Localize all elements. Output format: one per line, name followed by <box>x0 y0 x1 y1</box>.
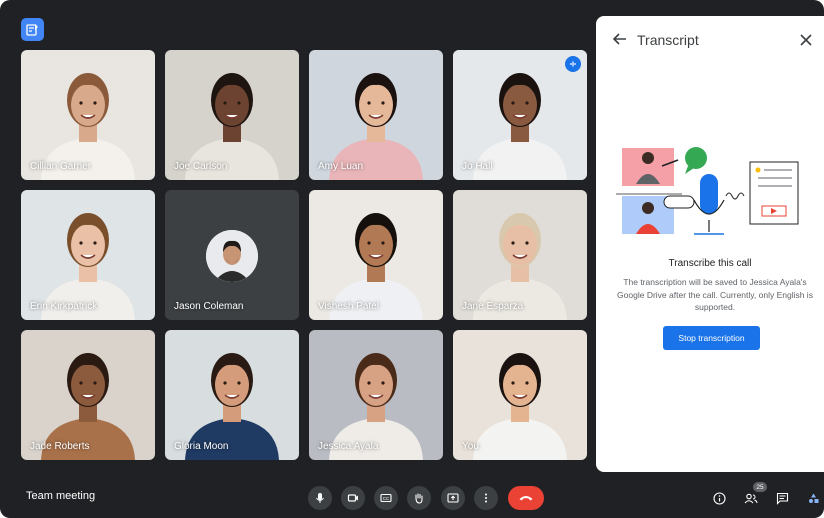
stop-transcription-button[interactable]: Stop transcription <box>663 326 760 350</box>
meeting-title: Team meeting <box>26 490 96 502</box>
participant-name: Vishesh Patel <box>318 301 379 312</box>
mic-icon <box>316 493 324 503</box>
participant-grid: Cillian Garner Joe Carlson Amy Luan Jo Hall… <box>21 50 587 460</box>
raise-hand-button[interactable] <box>407 486 431 510</box>
participant-tile[interactable]: Amy Luan <box>309 50 443 180</box>
participant-name: Amy Luan <box>318 161 364 172</box>
people-icon <box>744 493 758 503</box>
participant-name: You <box>462 441 479 452</box>
chat-icon <box>776 492 788 505</box>
activities-button[interactable] <box>804 489 822 507</box>
info-icon <box>712 491 726 505</box>
participant-tile[interactable]: Jessica Ayala <box>309 330 443 460</box>
captions-button[interactable]: CC <box>374 486 398 510</box>
present-icon <box>447 493 459 503</box>
participant-tile[interactable]: Erin Kirkpatrick <box>21 190 155 320</box>
people-count-badge: 25 <box>753 482 767 492</box>
participant-name: Jessica Ayala <box>318 441 379 452</box>
meeting-details-button[interactable] <box>710 489 728 507</box>
speaking-icon <box>565 56 581 72</box>
participant-name: Jo Hall <box>462 161 493 172</box>
participant-tile[interactable]: Jo Hall <box>453 50 587 180</box>
participant-name: Cillian Garner <box>30 161 92 172</box>
participant-tile[interactable]: Jane Esparza <box>453 190 587 320</box>
participant-tile[interactable]: Jason Coleman <box>165 190 299 320</box>
more-options-icon <box>485 493 487 503</box>
participant-name: Jason Coleman <box>174 301 244 312</box>
chat-button[interactable] <box>773 489 791 507</box>
meet-logo-icon[interactable] <box>21 18 44 41</box>
meet-window: Cillian Garner Joe Carlson Amy Luan Jo Hall… <box>0 0 824 518</box>
more-options-button[interactable] <box>474 486 498 510</box>
participant-name: Jade Roberts <box>30 441 90 452</box>
participant-name: Gloria Moon <box>174 441 229 452</box>
captions-icon: CC <box>380 493 392 503</box>
transcript-title: Transcript <box>637 32 699 48</box>
transcribe-heading: Transcribe this call <box>668 258 752 269</box>
avatar <box>206 230 258 282</box>
transcript-panel: Transcript Transcribe this call The tran… <box>596 16 824 472</box>
svg-text:CC: CC <box>383 496 390 501</box>
transcript-header: Transcript <box>596 16 824 64</box>
camera-icon <box>347 494 358 502</box>
hang-up-icon <box>519 496 533 501</box>
close-icon[interactable] <box>797 31 815 49</box>
back-arrow-icon[interactable] <box>611 30 629 48</box>
present-button[interactable] <box>441 486 465 510</box>
participant-name: Jane Esparza <box>462 301 524 312</box>
activities-icon <box>808 493 818 503</box>
participant-tile[interactable]: You <box>453 330 587 460</box>
participant-name: Erin Kirkpatrick <box>30 301 98 312</box>
participant-name: Joe Carlson <box>174 161 228 172</box>
transcribe-description: The transcription will be saved to Jessi… <box>617 277 813 312</box>
participant-tile[interactable]: Jade Roberts <box>21 330 155 460</box>
participant-tile[interactable]: Joe Carlson <box>165 50 299 180</box>
camera-button[interactable] <box>341 486 365 510</box>
participant-tile[interactable]: Vishesh Patel <box>309 190 443 320</box>
mic-button[interactable] <box>308 486 332 510</box>
participant-tile[interactable]: Cillian Garner <box>21 50 155 180</box>
participant-tile[interactable]: Gloria Moon <box>165 330 299 460</box>
raise-hand-icon <box>415 493 423 504</box>
transcription-illustration <box>616 147 799 235</box>
hang-up-button[interactable] <box>508 486 544 510</box>
